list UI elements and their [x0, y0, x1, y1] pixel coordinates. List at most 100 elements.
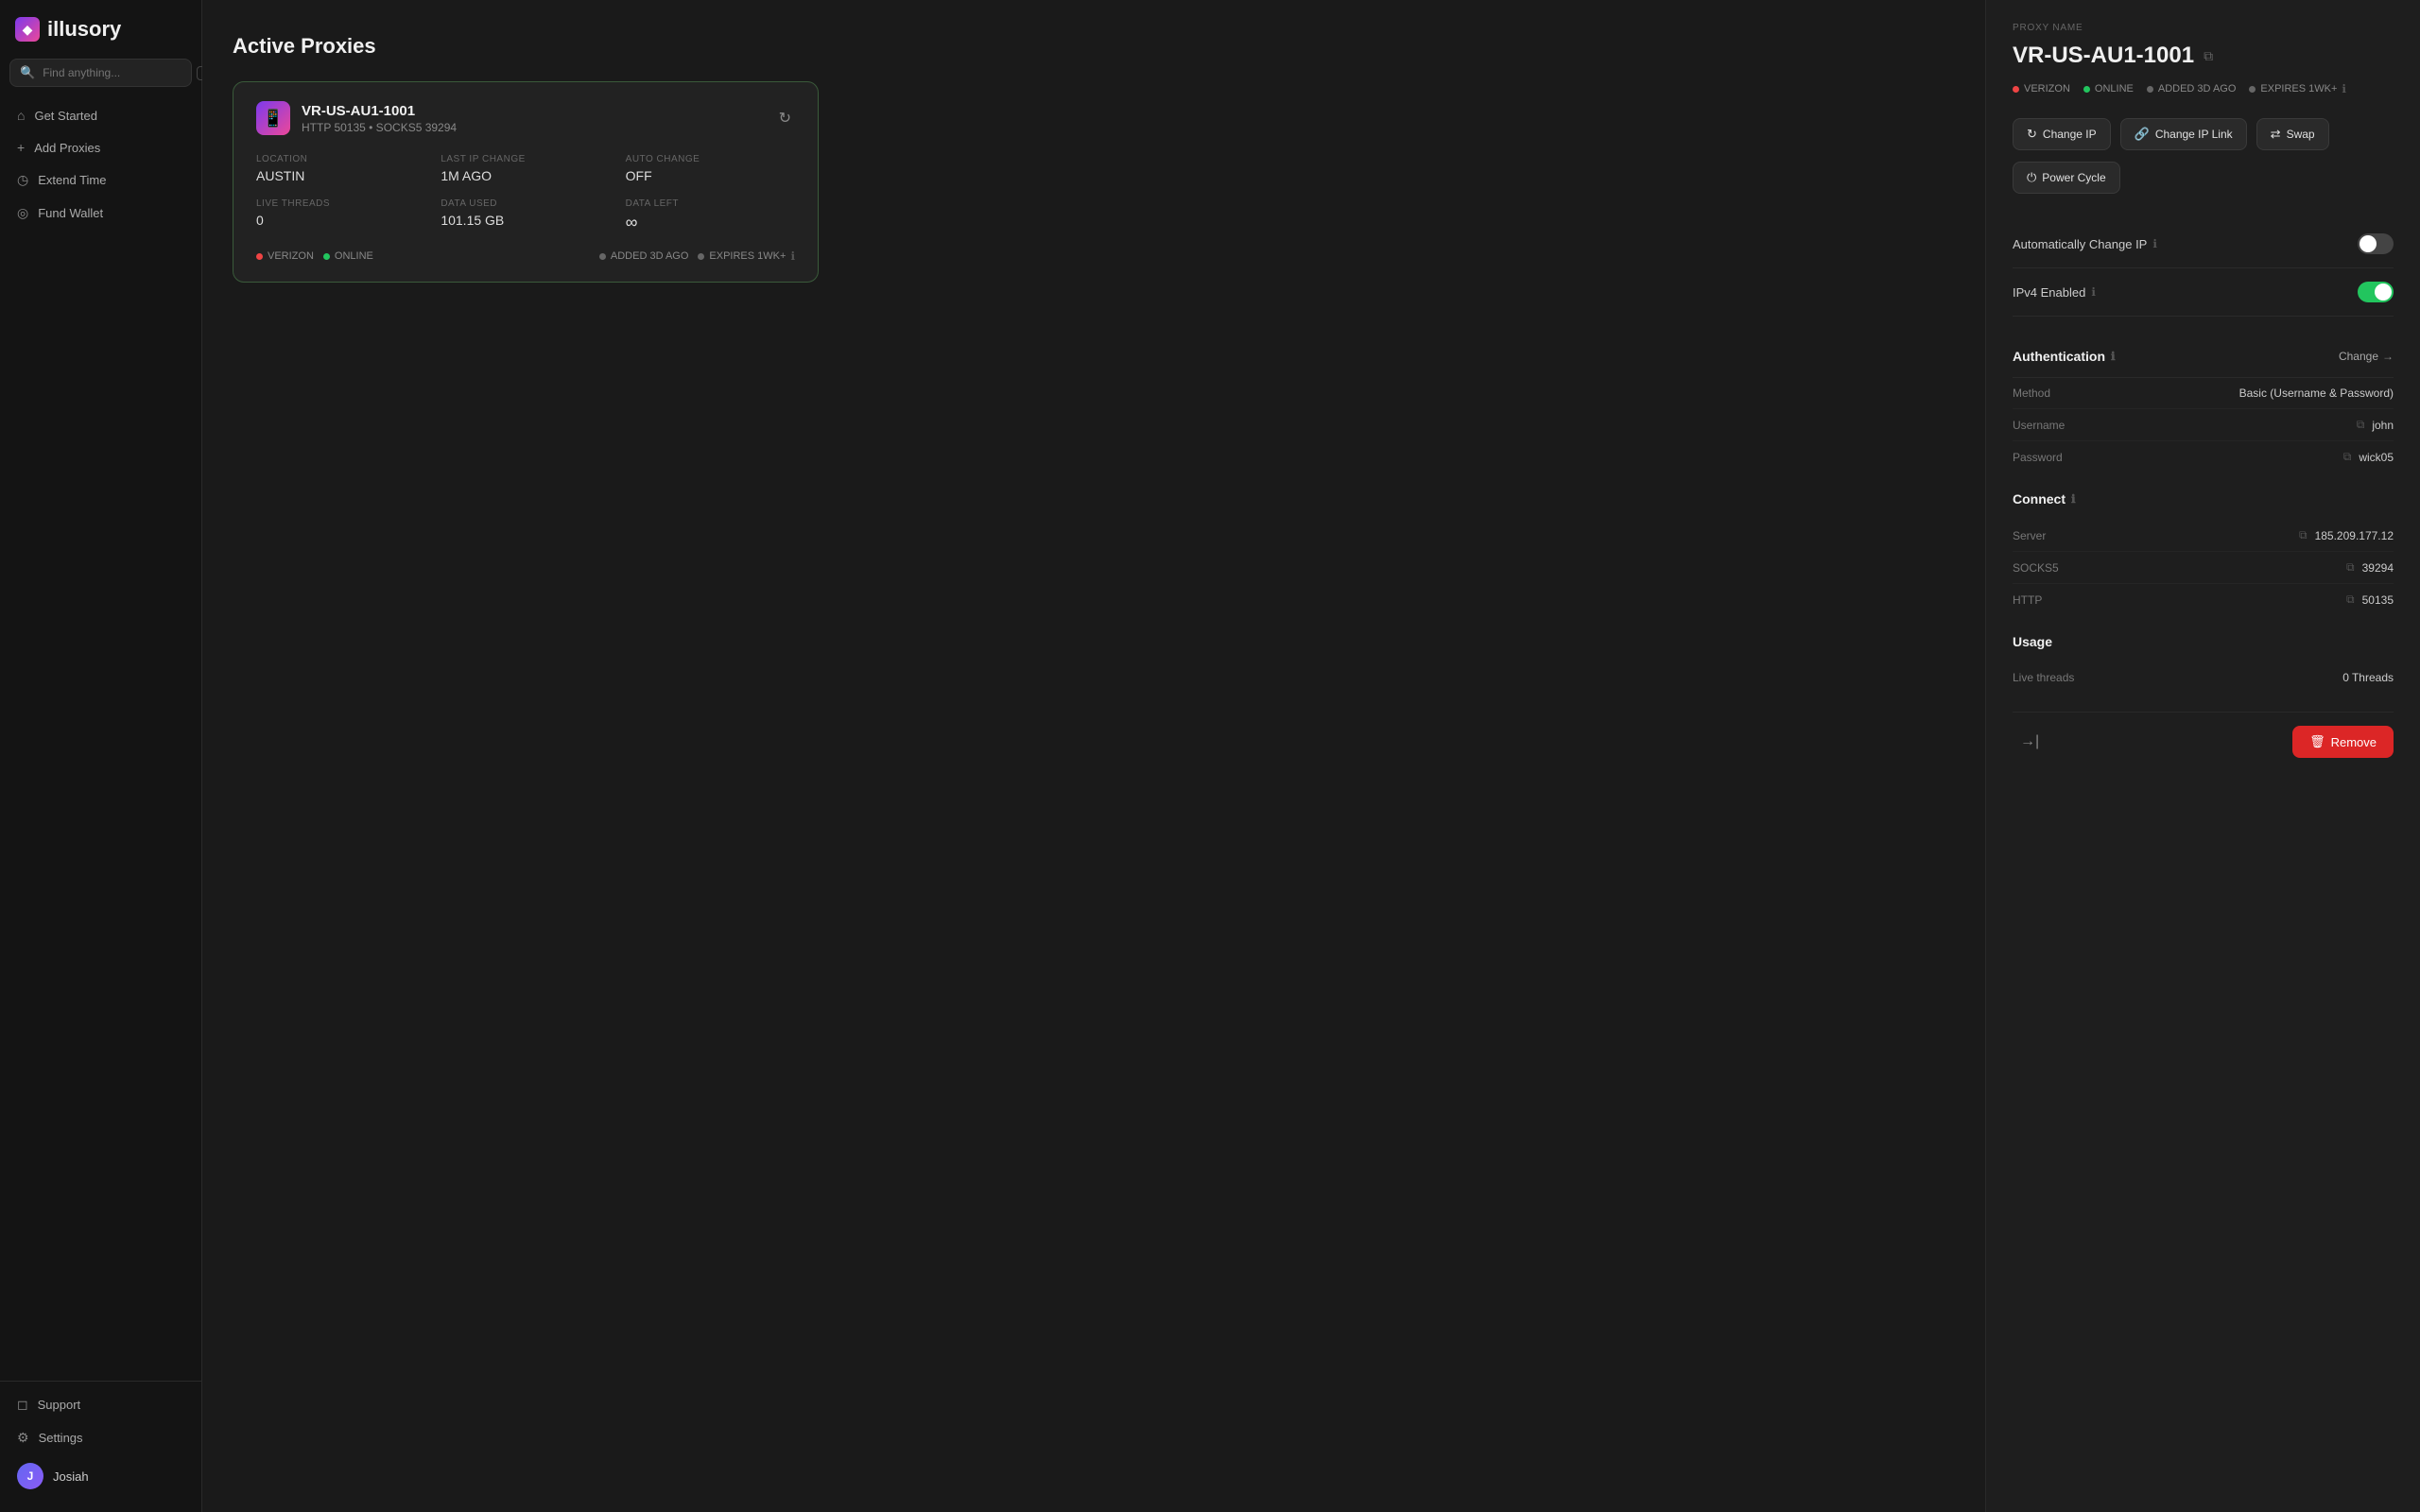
sidebar-nav: ⌂ Get Started + Add Proxies ◷ Extend Tim…: [0, 96, 201, 1381]
proxy-card: 📱 VR-US-AU1-1001 HTTP 50135 • SOCKS5 392…: [233, 81, 819, 283]
authentication-section: Authentication ℹ Change → Method Basic (…: [2013, 335, 2394, 472]
connect-http-key: HTTP: [2013, 593, 2042, 607]
copy-password-button[interactable]: ⧉: [2343, 450, 2352, 464]
ipv4-enabled-toggle[interactable]: [2358, 282, 2394, 302]
power-cycle-label: Power Cycle: [2042, 171, 2105, 184]
search-input[interactable]: [43, 66, 189, 79]
sidebar-item-label: Fund Wallet: [38, 206, 103, 220]
connect-title-text: Connect: [2013, 491, 2066, 507]
stat-data-left-label: DATA LEFT: [626, 198, 795, 209]
panel-added-dot: [2147, 86, 2153, 93]
user-row[interactable]: J Josiah: [8, 1455, 194, 1497]
ipv4-enabled-row: IPv4 Enabled ℹ: [2013, 268, 2394, 317]
stat-threads-label: LIVE THREADS: [256, 198, 425, 209]
copy-server-button[interactable]: ⧉: [2299, 528, 2308, 542]
panel-badge-online: ONLINE: [2083, 83, 2134, 94]
proxy-card-badges: VERIZON ONLINE: [256, 250, 373, 262]
badge-added: ADDED 3D AGO: [599, 250, 689, 262]
change-ip-button[interactable]: ↻ Change IP: [2013, 118, 2111, 150]
usage-threads-key: Live threads: [2013, 671, 2074, 684]
auto-change-ip-text: Automatically Change IP: [2013, 237, 2147, 251]
panel-badge-verizon: VERIZON: [2013, 83, 2070, 94]
avatar: J: [17, 1463, 43, 1489]
authentication-change-label: Change: [2339, 350, 2378, 363]
power-cycle-button[interactable]: ⏻ Power Cycle: [2013, 162, 2120, 194]
panel-badges: VERIZON ONLINE ADDED 3D AGO EXPIRES 1WK+…: [2013, 82, 2394, 95]
online-dot: [323, 253, 330, 260]
ipv4-enabled-text: IPv4 Enabled: [2013, 285, 2085, 300]
panel-badge-expires: EXPIRES 1WK+ ℹ: [2249, 82, 2346, 95]
ipv4-info-icon[interactable]: ℹ: [2091, 285, 2096, 299]
stat-data-used-value: 101.15 GB: [441, 213, 610, 228]
added-label: ADDED 3D AGO: [611, 250, 689, 262]
panel-expires-info-icon[interactable]: ℹ: [2342, 82, 2346, 95]
auth-method-row: Method Basic (Username & Password): [2013, 378, 2394, 409]
badge-verizon: VERIZON: [256, 250, 314, 262]
stat-last-ip-label: LAST IP CHANGE: [441, 154, 610, 164]
usage-section: Usage Live threads 0 Threads: [2013, 634, 2394, 693]
sidebar-item-label: Get Started: [34, 109, 96, 123]
copy-proxy-name-button[interactable]: ⧉: [2204, 48, 2213, 64]
authentication-title: Authentication ℹ: [2013, 349, 2116, 364]
proxy-card-subtitle: HTTP 50135 • SOCKS5 39294: [302, 121, 457, 134]
stat-threads-value: 0: [256, 213, 425, 228]
search-bar[interactable]: 🔍 ⌘K: [9, 59, 192, 87]
remove-label: Remove: [2331, 735, 2377, 749]
badge-online: ONLINE: [323, 250, 373, 262]
panel-expires-label: EXPIRES 1WK+: [2260, 83, 2337, 94]
swap-label: Swap: [2287, 128, 2315, 141]
change-ip-link-button[interactable]: 🔗 Change IP Link: [2120, 118, 2247, 150]
connect-http-row: HTTP ⧉ 50135: [2013, 584, 2394, 615]
proxy-title-row: 📱 VR-US-AU1-1001 HTTP 50135 • SOCKS5 392…: [256, 101, 457, 135]
connect-title: Connect ℹ: [2013, 491, 2394, 507]
sidebar-bottom: ◻ Support ⚙ Settings J Josiah: [0, 1381, 201, 1512]
sidebar-item-get-started[interactable]: ⌂ Get Started: [8, 100, 194, 130]
sidebar-item-fund-wallet[interactable]: ◎ Fund Wallet: [8, 198, 194, 229]
auto-change-ip-info-icon[interactable]: ℹ: [2152, 237, 2157, 250]
authentication-info-icon[interactable]: ℹ: [2111, 350, 2116, 363]
stat-data-left-value: ∞: [626, 213, 795, 232]
copy-socks5-button[interactable]: ⧉: [2346, 560, 2355, 575]
connect-section: Connect ℹ Server ⧉ 185.209.177.12 SOCKS5…: [2013, 491, 2394, 615]
main-content: Active Proxies 📱 VR-US-AU1-1001 HTTP 501…: [202, 0, 1985, 1512]
plus-icon: +: [17, 140, 25, 155]
proxy-stats-grid: LOCATION AUSTIN LAST IP CHANGE 1M AGO AU…: [256, 154, 795, 232]
remove-proxy-button[interactable]: 🗑 Remove: [2292, 726, 2394, 758]
auto-change-ip-toggle[interactable]: [2358, 233, 2394, 254]
connect-info-icon[interactable]: ℹ: [2071, 492, 2076, 506]
authentication-header-row: Authentication ℹ Change →: [2013, 335, 2394, 378]
sidebar-item-add-proxies[interactable]: + Add Proxies: [8, 132, 194, 163]
expires-dot: [698, 253, 704, 260]
badge-expires: EXPIRES 1WK+ ℹ: [698, 249, 795, 263]
copy-http-button[interactable]: ⧉: [2346, 593, 2355, 607]
auto-change-ip-row: Automatically Change IP ℹ: [2013, 220, 2394, 268]
panel-section-label: PROXY NAME: [2013, 23, 2394, 33]
home-icon: ⌂: [17, 108, 25, 123]
action-buttons-row2: ⏻ Power Cycle: [2013, 162, 2394, 194]
stat-data-left: DATA LEFT ∞: [626, 198, 795, 232]
sidebar-item-label: Settings: [39, 1431, 83, 1445]
panel-online-label: ONLINE: [2095, 83, 2134, 94]
authentication-change-link[interactable]: Change →: [2339, 350, 2394, 363]
swap-button[interactable]: ⇄ Swap: [2256, 118, 2329, 150]
verizon-dot: [256, 253, 263, 260]
stat-location: LOCATION AUSTIN: [256, 154, 425, 183]
sidebar-item-label: Support: [38, 1398, 81, 1412]
expires-info-icon[interactable]: ℹ: [790, 249, 795, 263]
change-ip-link-label: Change IP Link: [2155, 128, 2233, 141]
authentication-title-text: Authentication: [2013, 349, 2105, 364]
copy-username-button[interactable]: ⧉: [2357, 418, 2365, 432]
remove-icon: 🗑: [2309, 734, 2325, 749]
authentication-change-arrow: →: [2382, 350, 2394, 363]
sidebar-item-settings[interactable]: ⚙ Settings: [8, 1422, 194, 1453]
connect-server-text: 185.209.177.12: [2315, 529, 2394, 542]
wallet-icon: ◎: [17, 205, 28, 221]
sidebar-item-extend-time[interactable]: ◷ Extend Time: [8, 164, 194, 196]
page-title: Active Proxies: [233, 34, 1955, 59]
user-name: Josiah: [53, 1469, 89, 1484]
panel-verizon-dot: [2013, 86, 2019, 93]
refresh-button[interactable]: ↻: [775, 105, 795, 131]
sidebar-item-support[interactable]: ◻ Support: [8, 1389, 194, 1420]
connect-server-key: Server: [2013, 529, 2046, 542]
collapse-panel-button[interactable]: →|: [2013, 730, 2047, 754]
